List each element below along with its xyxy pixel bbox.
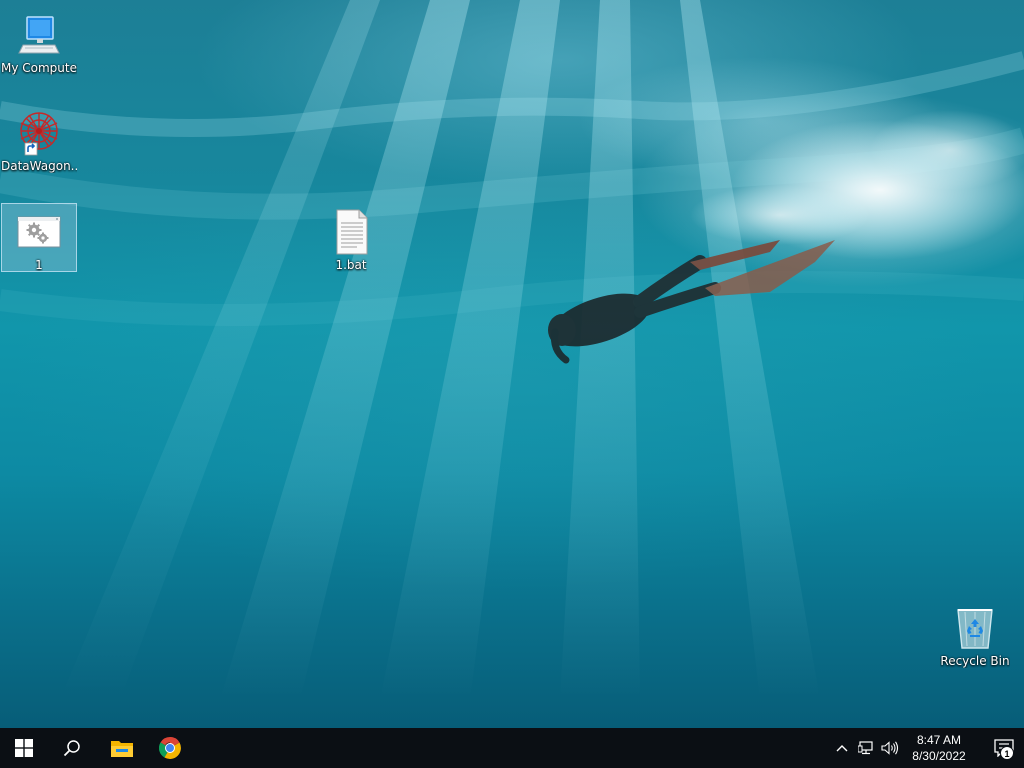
chrome-icon xyxy=(159,737,181,759)
wallpaper-art xyxy=(0,0,1024,700)
datawagon-icon xyxy=(15,109,63,157)
desktop-icon-datawagon[interactable]: DataWagon... xyxy=(1,104,77,174)
desktop-icon-label: My Computer xyxy=(1,61,77,75)
desktop-icon-1-bat[interactable]: 1.bat xyxy=(313,203,389,273)
desktop-icon-my-computer[interactable]: My Computer xyxy=(1,6,77,76)
shortcut-arrow-icon xyxy=(24,142,38,156)
chevron-up-icon xyxy=(836,745,848,752)
desktop-wallpaper xyxy=(0,0,1024,728)
search-icon xyxy=(63,740,80,757)
system-tray: 8:47 AM 8/30/2022 1 xyxy=(830,728,1024,768)
search-button[interactable] xyxy=(48,728,96,768)
desktop-icon-recycle-bin[interactable]: Recycle Bin xyxy=(937,599,1013,669)
volume-button[interactable] xyxy=(878,728,902,768)
settings-window-icon xyxy=(15,208,63,256)
start-button[interactable] xyxy=(0,728,48,768)
notification-count-badge: 1 xyxy=(1000,746,1014,760)
recycle-bin-icon xyxy=(951,604,999,652)
volume-icon xyxy=(881,741,899,755)
desktop-icon-1[interactable]: 1 xyxy=(1,203,77,272)
desktop-icon-label: 1 xyxy=(35,258,43,271)
action-center-button[interactable]: 1 xyxy=(984,728,1024,768)
desktop-icon-label: Recycle Bin xyxy=(940,654,1010,668)
network-button[interactable] xyxy=(854,728,878,768)
clock-date: 8/30/2022 xyxy=(912,749,966,763)
taskbar-file-explorer[interactable] xyxy=(98,728,146,768)
taskbar: 8:47 AM 8/30/2022 1 xyxy=(0,728,1024,768)
windows-logo-icon xyxy=(15,739,33,757)
show-hidden-icons-button[interactable] xyxy=(830,728,854,768)
desktop-icon-label: 1.bat xyxy=(335,258,367,272)
clock-time: 8:47 AM xyxy=(916,733,962,747)
computer-icon xyxy=(15,11,63,59)
taskbar-chrome[interactable] xyxy=(146,728,194,768)
batch-file-icon xyxy=(327,208,375,256)
desktop-icon-label: DataWagon... xyxy=(1,159,77,173)
clock[interactable]: 8:47 AM 8/30/2022 xyxy=(902,732,976,764)
network-icon xyxy=(858,741,873,755)
file-explorer-icon xyxy=(111,741,133,757)
